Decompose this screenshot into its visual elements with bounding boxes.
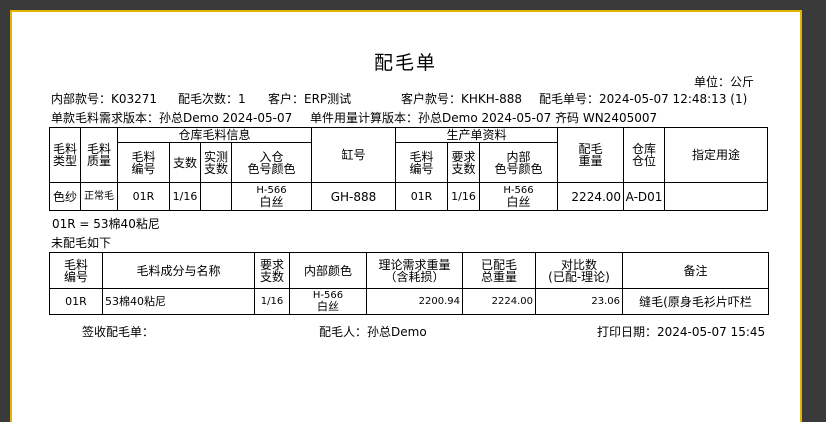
customer-style-no: 客户款号：KHKH-888 (401, 92, 523, 106)
match-times: 配毛次数：1 (178, 92, 246, 106)
composition-note: 01R = 53棉40粘尼 (52, 217, 160, 231)
cell-pr-color: H-566 白丝 (479, 182, 559, 211)
header-pr-color: 内部 色号颜色 (479, 142, 559, 183)
header-code: 毛料 编号 (49, 252, 103, 289)
group-warehouse: 仓库毛料信息 (116, 127, 313, 143)
header-type: 毛料 类型 (49, 127, 81, 183)
header-pr-req: 要求 支数 (447, 142, 481, 183)
header-location: 仓库 仓位 (623, 127, 666, 183)
cell-weight: 2224.00 (557, 182, 625, 211)
cell-wh-actual (200, 182, 232, 211)
cell-wh-color: H-566 白丝 (230, 182, 313, 211)
cell-pr-req: 1/16 (447, 182, 481, 211)
customer: 客户：ERP测试 (268, 92, 352, 106)
cell-location: A-D01 (623, 182, 666, 211)
cell-color: H-566 白丝 (289, 288, 367, 315)
table-row: 色纱 正常毛 01R 1/16 H-566 白丝 GH-888 01R 1/16 … (49, 182, 769, 211)
header-color: 内部颜色 (289, 252, 367, 289)
header-weight: 配毛 重量 (557, 127, 625, 183)
header-quality: 毛料 质量 (80, 127, 118, 183)
demand-version: 单款毛料需求版本：孙总Demo 2024-05-07 (51, 111, 293, 125)
cell-type: 色纱 (49, 182, 81, 211)
calc-version: 单件用量计算版本：孙总Demo 2024-05-07 齐码 WN2405007 (310, 111, 658, 125)
cell-usage (664, 182, 769, 211)
cell-theory: 2200.94 (366, 288, 463, 315)
cell-vat: GH-888 (311, 182, 397, 211)
cell-ratio: 23.06 (535, 288, 623, 315)
header-req: 要求 支数 (254, 252, 290, 289)
header-wh-count: 支数 (169, 142, 201, 183)
table-row: 01R 53棉40粘尼 1/16 H-566 白丝 2200.94 2224.00… (49, 288, 769, 315)
header-name: 毛料成分与名称 (102, 252, 255, 289)
cell-code: 01R (49, 288, 103, 315)
cell-wh-code: 01R (117, 182, 170, 211)
cell-done: 2224.00 (462, 288, 536, 315)
doc-title: 配毛单 (374, 52, 438, 74)
header-done: 已配毛 总重量 (462, 252, 536, 289)
header-pr-code: 毛料 编号 (395, 142, 449, 183)
cell-name: 53棉40粘尼 (102, 288, 255, 315)
internal-style-no: 内部款号：K03271 (51, 92, 158, 106)
header-theory: 理论需求重量 （含耗损） (366, 252, 463, 289)
cell-wh-count: 1/16 (169, 182, 201, 211)
header-wh-color: 入仓 色号颜色 (230, 142, 313, 183)
unit-label: 单位：公斤 (694, 75, 755, 89)
header-remark: 备注 (622, 252, 769, 289)
cell-pr-code: 01R (395, 182, 449, 211)
order-no: 配毛单号：2024-05-07 12:48:13 (1) (539, 92, 748, 106)
sign-label: 签收配毛单： (82, 325, 155, 339)
header-ratio: 对比数 (已配-理论) (535, 252, 623, 289)
header-vat: 缸号 (311, 127, 397, 183)
cell-req: 1/16 (254, 288, 290, 315)
cell-remark: 缝毛(原身毛衫片吓栏 (622, 288, 769, 315)
unmatched-table: 毛料 编号 毛料成分与名称 要求 支数 内部颜色 理论需求重量 （含耗损） 已配毛 总重… (49, 252, 769, 315)
header-wh-code: 毛料 编号 (117, 142, 170, 183)
matcher-person: 配毛人：孙总Demo (319, 325, 427, 339)
cell-quality: 正常毛 (80, 182, 118, 211)
group-production: 生产单资料 (395, 127, 559, 143)
matching-table: 毛料 类型 毛料 质量 仓库毛料信息 缸号 生产单资料 配毛 重量 仓库 仓位 指定用途… (49, 127, 769, 211)
header-usage: 指定用途 (664, 127, 769, 183)
header-wh-actual: 实测 支数 (200, 142, 232, 183)
unmatched-note: 未配毛如下 (51, 236, 112, 250)
print-date: 打印日期：2024-05-07 15:45 (597, 325, 766, 339)
